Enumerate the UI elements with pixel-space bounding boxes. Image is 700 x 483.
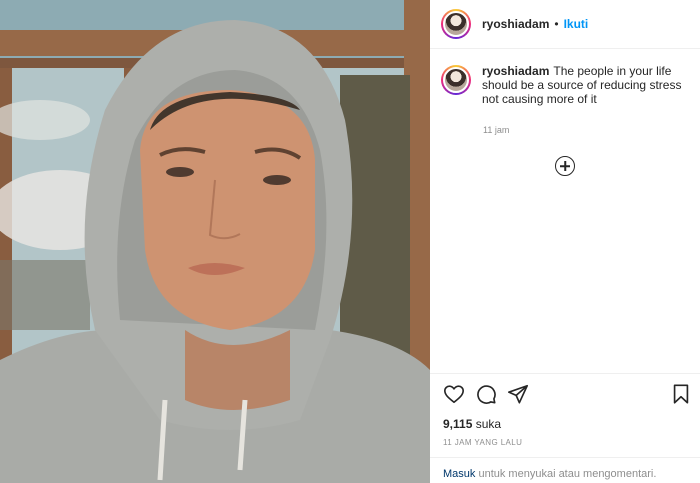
likes-number: 9,115 <box>443 417 473 431</box>
post-photo-image <box>0 0 430 483</box>
caption-username[interactable]: ryoshiadam <box>482 64 549 78</box>
share-button[interactable] <box>507 383 529 405</box>
header-separator: • <box>554 17 559 31</box>
post-header: ryoshiadam • Ikuti <box>430 0 700 49</box>
likes-count[interactable]: 9,115 suka <box>443 417 501 431</box>
bookmark-icon <box>673 384 689 404</box>
login-prompt: Masuk untuk menyukai atau mengomentari. <box>430 457 700 483</box>
load-more-comments-button[interactable] <box>555 156 575 176</box>
author-avatar[interactable] <box>441 9 471 39</box>
caption: ryoshiadam The people in your life should… <box>441 64 691 106</box>
login-link[interactable]: Masuk <box>443 468 475 480</box>
caption-avatar[interactable] <box>441 65 471 95</box>
comment-button[interactable] <box>475 383 497 405</box>
heart-icon <box>444 385 464 404</box>
follow-button[interactable]: Ikuti <box>564 17 589 31</box>
caption-text-block: ryoshiadam The people in your life should… <box>482 64 691 106</box>
likes-label: suka <box>475 417 502 431</box>
post-timestamp: 11 JAM YANG LALU <box>443 438 523 447</box>
like-button[interactable] <box>443 383 465 405</box>
save-button[interactable] <box>670 383 692 405</box>
action-bar <box>430 373 700 413</box>
comment-icon <box>477 385 496 404</box>
post-photo[interactable] <box>0 0 430 483</box>
login-prompt-text: untuk menyukai atau mengomentari. <box>478 468 657 480</box>
author-username[interactable]: ryoshiadam <box>482 17 549 31</box>
post-side-panel: ryoshiadam • Ikuti ryoshiadam The people … <box>430 0 700 483</box>
share-icon <box>508 384 528 404</box>
caption-timestamp: 11 jam <box>483 125 510 135</box>
